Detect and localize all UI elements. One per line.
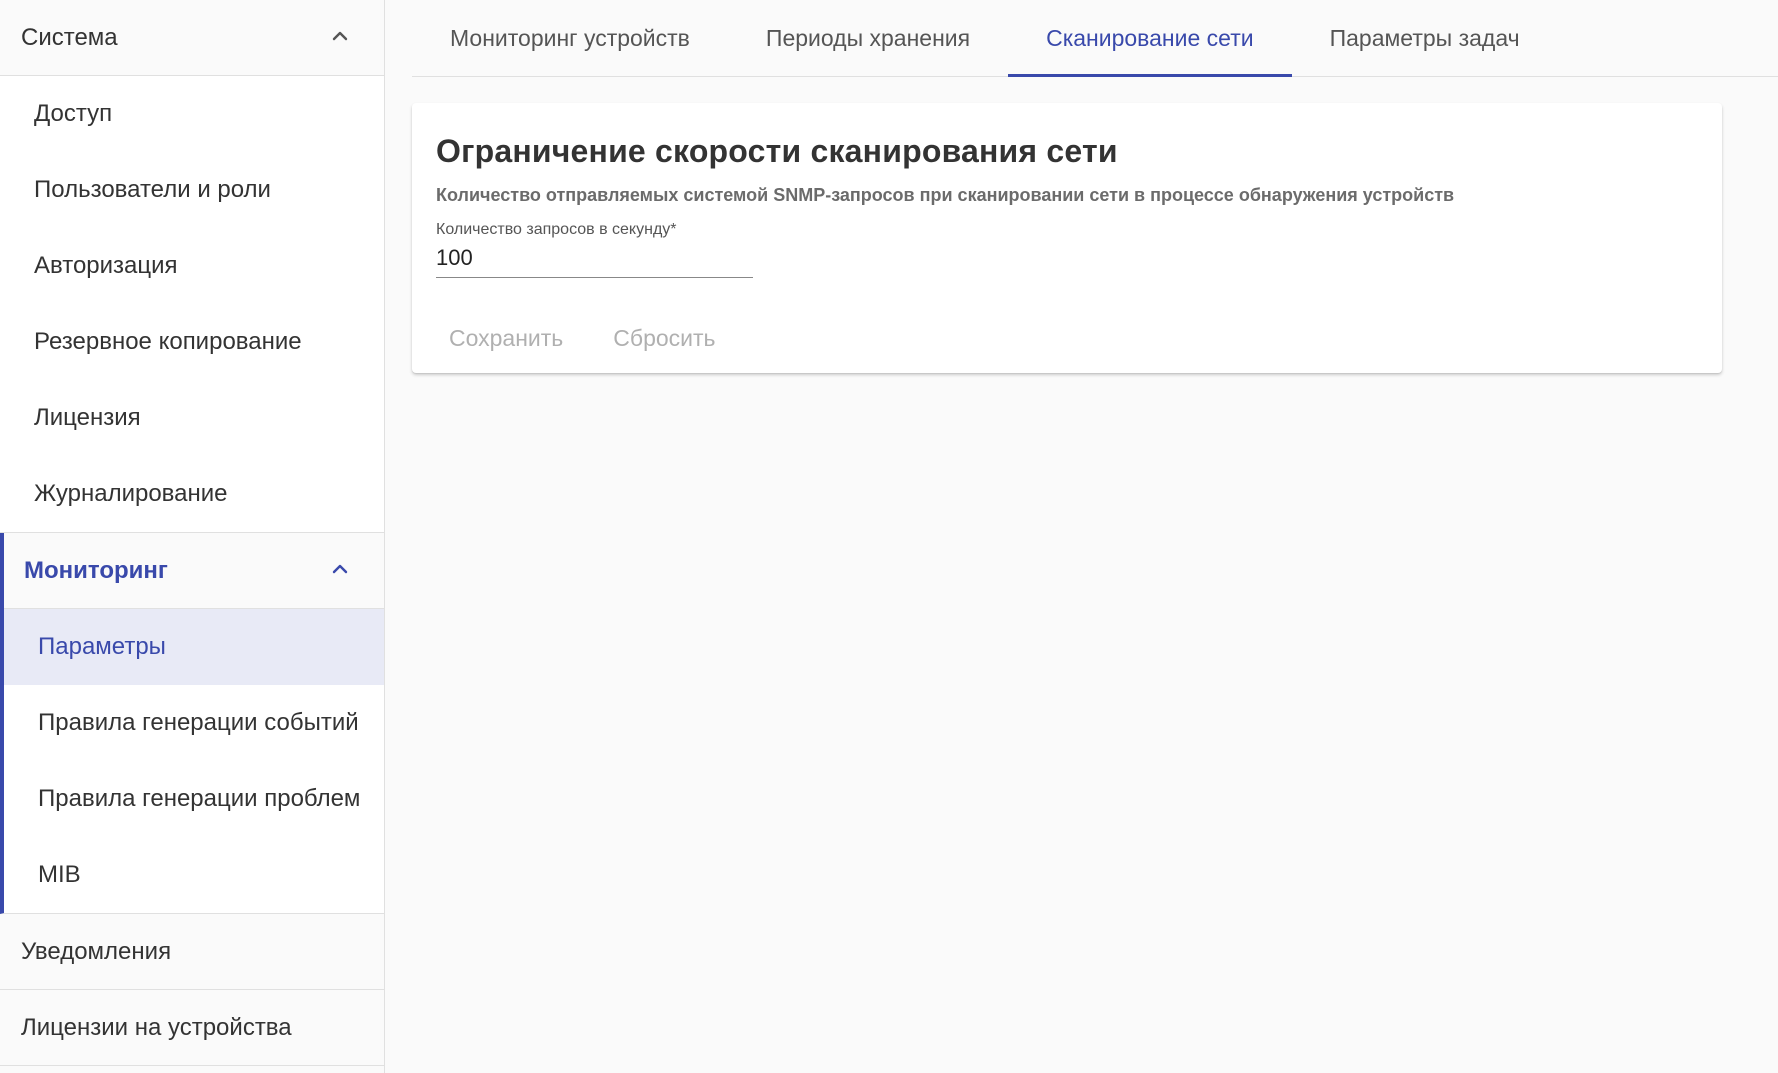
sidebar-item-label: Авторизация — [34, 252, 178, 279]
card-title: Ограничение скорости сканирования сети — [436, 133, 1118, 169]
sidebar-section-label: Мониторинг — [24, 556, 168, 584]
chevron-up-icon[interactable] — [328, 24, 352, 48]
sidebar-item-backup[interactable]: Резервное копирование — [0, 304, 384, 380]
sidebar-item-parameters[interactable]: Параметры — [4, 609, 384, 685]
sidebar-item-license[interactable]: Лицензия — [0, 380, 384, 456]
sidebar-item-label: MIB — [38, 861, 81, 888]
sidebar-item-event-rules[interactable]: Правила генерации событий — [4, 685, 384, 761]
sidebar-item-label: Лицензия — [34, 404, 141, 431]
sidebar-section-system[interactable]: Система — [0, 0, 384, 76]
sidebar-monitoring-items: Параметры Правила генерации событий Прав… — [4, 609, 384, 913]
save-button[interactable]: Сохранить — [436, 313, 576, 364]
tab-device-monitoring[interactable]: Мониторинг устройств — [412, 0, 728, 76]
sidebar-item-label: Доступ — [34, 100, 113, 127]
sidebar-section-notifications[interactable]: Уведомления — [0, 914, 384, 990]
sidebar-item-users-roles[interactable]: Пользователи и роли — [0, 152, 384, 228]
tab-label: Мониторинг устройств — [450, 24, 690, 51]
sidebar-system-items: Доступ Пользователи и роли Авторизация Р… — [0, 76, 384, 533]
sidebar-item-label: Правила генерации проблем — [38, 785, 361, 812]
sidebar-item-problem-rules[interactable]: Правила генерации проблем — [4, 761, 384, 837]
sidebar-section-monitoring[interactable]: Мониторинг — [4, 533, 384, 609]
sidebar: Система Доступ Пользователи и роли Автор… — [0, 0, 385, 1073]
sidebar-item-label: Журналирование — [34, 480, 228, 507]
sidebar-section-device-licenses[interactable]: Лицензии на устройства — [0, 990, 384, 1066]
sidebar-item-authorization[interactable]: Авторизация — [0, 228, 384, 304]
sidebar-item-label: Параметры — [38, 633, 166, 660]
tab-network-scan[interactable]: Сканирование сети — [1008, 0, 1292, 77]
scan-rate-card: Ограничение скорости сканирования сети К… — [412, 103, 1722, 373]
field-label: Количество запросов в секунду* — [436, 221, 677, 238]
requests-per-second-input[interactable] — [436, 240, 753, 278]
sidebar-item-label: Правила генерации событий — [38, 709, 359, 736]
tab-task-parameters[interactable]: Параметры задач — [1292, 0, 1558, 76]
tab-label: Периоды хранения — [765, 24, 971, 51]
sidebar-section-label: Уведомления — [21, 937, 172, 965]
sidebar-item-label: Пользователи и роли — [34, 176, 271, 203]
sidebar-group-monitoring: Мониторинг Параметры Правила генерации с… — [0, 533, 384, 914]
chevron-up-icon[interactable] — [328, 557, 352, 581]
card-description: Количество отправляемых системой SNMP-за… — [436, 185, 1455, 205]
sidebar-item-label: Резервное копирование — [34, 328, 302, 355]
sidebar-section-label: Система — [21, 23, 118, 51]
reset-button[interactable]: Сбросить — [600, 313, 728, 364]
sidebar-section-label: Лицензии на устройства — [21, 1013, 292, 1041]
sidebar-item-logging[interactable]: Журналирование — [0, 456, 384, 532]
requests-per-second-field: Количество запросов в секунду* — [436, 220, 753, 278]
tab-retention-periods[interactable]: Периоды хранения — [728, 0, 1008, 76]
card-actions: Сохранить Сбросить — [436, 313, 753, 364]
tab-label: Параметры задач — [1329, 24, 1520, 51]
tab-bar: Мониторинг устройств Периоды хранения Ск… — [412, 0, 1778, 77]
sidebar-item-mib[interactable]: MIB — [4, 837, 384, 913]
sidebar-item-access[interactable]: Доступ — [0, 76, 384, 152]
tab-label: Сканирование сети — [1046, 24, 1254, 51]
